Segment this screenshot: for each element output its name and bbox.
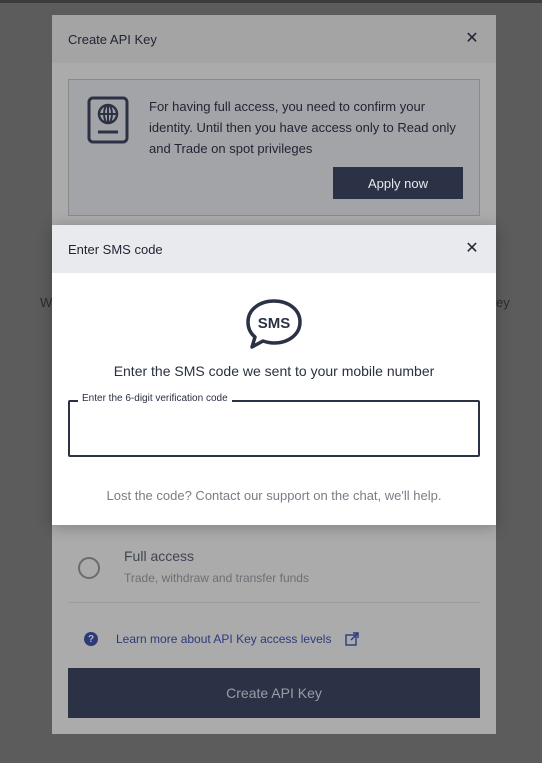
full-access-option[interactable]: Full access Trade, withdraw and transfer…: [68, 535, 480, 603]
identity-notice: For having full access, you need to conf…: [68, 79, 480, 216]
apply-now-button[interactable]: Apply now: [333, 167, 463, 199]
background-text-fragment-right: ey: [496, 295, 510, 310]
create-api-key-title: Create API Key: [68, 31, 157, 47]
verification-code-input[interactable]: [80, 416, 468, 442]
lost-code-help-text: Lost the code? Contact our support on th…: [106, 488, 442, 503]
verification-code-field[interactable]: Enter the 6-digit verification code: [68, 393, 480, 457]
close-icon[interactable]: ✕: [464, 31, 480, 47]
close-icon[interactable]: ✕: [464, 241, 480, 257]
learn-more-link[interactable]: Learn more about API Key access levels: [116, 632, 331, 646]
sms-modal-header: Enter SMS code ✕: [52, 225, 496, 273]
passport-icon: [87, 96, 129, 144]
create-api-key-button[interactable]: Create API Key: [68, 668, 480, 718]
sms-code-modal: Enter SMS code ✕ SMS Enter the SMS code …: [52, 225, 496, 525]
verification-code-label: Enter the 6-digit verification code: [78, 393, 232, 404]
sms-modal-title: Enter SMS code: [68, 241, 163, 257]
learn-more-row: ? Learn more about API Key access levels: [68, 619, 480, 659]
full-access-radio[interactable]: [78, 557, 100, 579]
sms-icon-text: SMS: [258, 315, 291, 332]
sms-instruction-text: Enter the SMS code we sent to your mobil…: [113, 363, 435, 379]
full-access-subtitle: Trade, withdraw and transfer funds: [124, 571, 309, 585]
help-icon: ?: [84, 632, 98, 646]
create-api-key-header: Create API Key ✕: [52, 15, 496, 63]
sms-bubble-icon: SMS: [246, 299, 302, 349]
background-text-fragment-left: W: [40, 295, 53, 310]
identity-notice-text: For having full access, you need to conf…: [149, 99, 456, 156]
external-link-icon[interactable]: [345, 632, 360, 646]
page-top-border: [0, 0, 542, 3]
full-access-title: Full access: [124, 548, 195, 564]
